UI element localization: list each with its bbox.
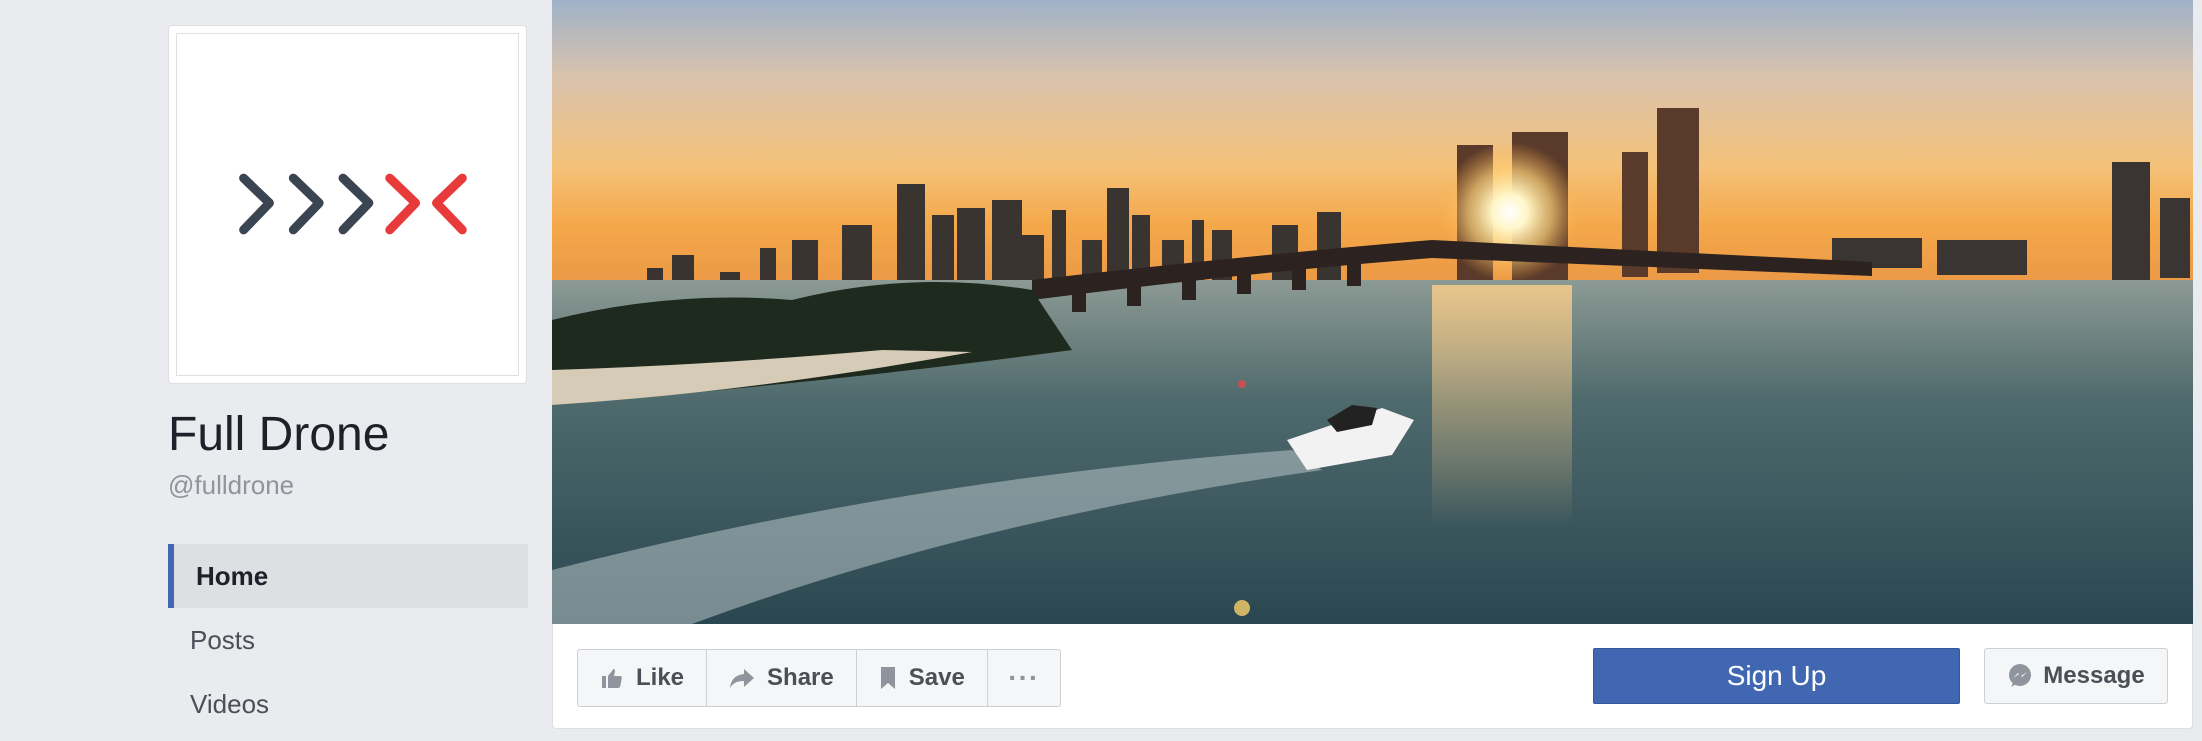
nav-item-videos[interactable]: Videos xyxy=(168,672,528,736)
thumbs-up-icon xyxy=(602,669,622,688)
page-title[interactable]: Full Drone xyxy=(168,406,389,464)
page-username[interactable]: @fulldrone xyxy=(168,470,294,501)
profile-picture-frame[interactable] xyxy=(168,25,527,384)
nav-item-posts[interactable]: Posts xyxy=(168,608,528,672)
sign-up-button[interactable]: Sign Up xyxy=(1593,648,1960,704)
share-label: Share xyxy=(767,664,834,691)
save-label: Save xyxy=(908,664,965,691)
message-label: Message xyxy=(2043,662,2145,689)
share-arrow-icon xyxy=(730,669,755,688)
more-options-button[interactable]: ··· xyxy=(988,650,1060,706)
messenger-icon xyxy=(2009,664,2032,687)
cover-photo[interactable] xyxy=(552,0,2193,624)
like-button[interactable]: Like xyxy=(578,650,708,706)
sign-up-label: Sign Up xyxy=(1726,660,1827,691)
full-drone-logo xyxy=(239,173,467,235)
action-button-group: Like Share Save ··· xyxy=(577,649,1061,707)
more-dots-icon: ··· xyxy=(1008,662,1040,693)
like-label: Like xyxy=(636,664,685,691)
message-button[interactable]: Message xyxy=(1984,648,2168,704)
cover-photo-image xyxy=(552,0,2193,624)
share-button[interactable]: Share xyxy=(707,650,857,706)
page-nav: Home Posts Videos xyxy=(168,544,528,736)
bookmark-icon xyxy=(880,667,895,689)
save-button[interactable]: Save xyxy=(857,650,988,706)
nav-item-home[interactable]: Home xyxy=(168,544,528,608)
profile-picture[interactable] xyxy=(176,33,519,376)
page-action-bar: Like Share Save ··· Sign Up Message xyxy=(552,624,2193,729)
